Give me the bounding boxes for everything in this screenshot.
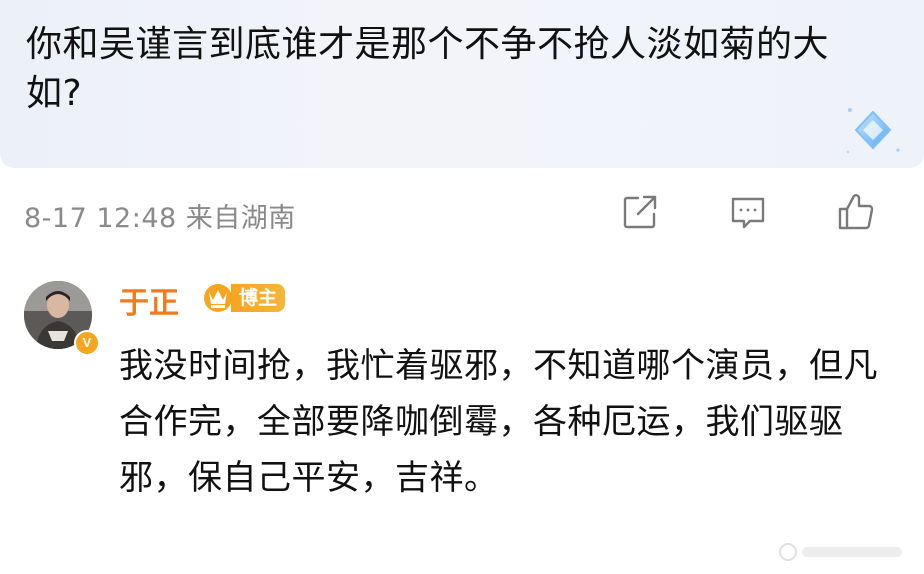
- reply-text: 我没时间抢，我忙着驱邪，不知道哪个演员，但凡合作完，全部要降咖倒霉，各种厄运，我…: [119, 346, 878, 498]
- blogger-badge: 博主: [201, 280, 286, 316]
- crown-icon: [204, 284, 232, 312]
- watermark-logo: [779, 543, 902, 561]
- like-button[interactable]: [836, 192, 876, 232]
- timestamp-location: 8-17 12:48 来自湖南: [24, 203, 296, 234]
- thumbs-up-icon: [838, 194, 874, 230]
- share-icon: [623, 195, 657, 229]
- comment-meta-row: 8-17 12:48 来自湖南: [24, 192, 904, 236]
- quoted-comment-box: 你和吴谨言到底谁才是那个不争不抢人淡如菊的大如?: [0, 0, 924, 168]
- blogger-badge-label: 博主: [231, 284, 286, 312]
- quoted-comment-text: 你和吴谨言到底谁才是那个不争不抢人淡如菊的大如?: [26, 24, 830, 114]
- share-button[interactable]: [620, 192, 660, 232]
- verified-v-icon: V: [74, 330, 100, 356]
- diamond-sparkle-icon: [846, 108, 900, 154]
- reply-username[interactable]: 于正: [119, 278, 179, 322]
- comment-button[interactable]: [728, 192, 768, 232]
- comment-icon: [731, 197, 765, 229]
